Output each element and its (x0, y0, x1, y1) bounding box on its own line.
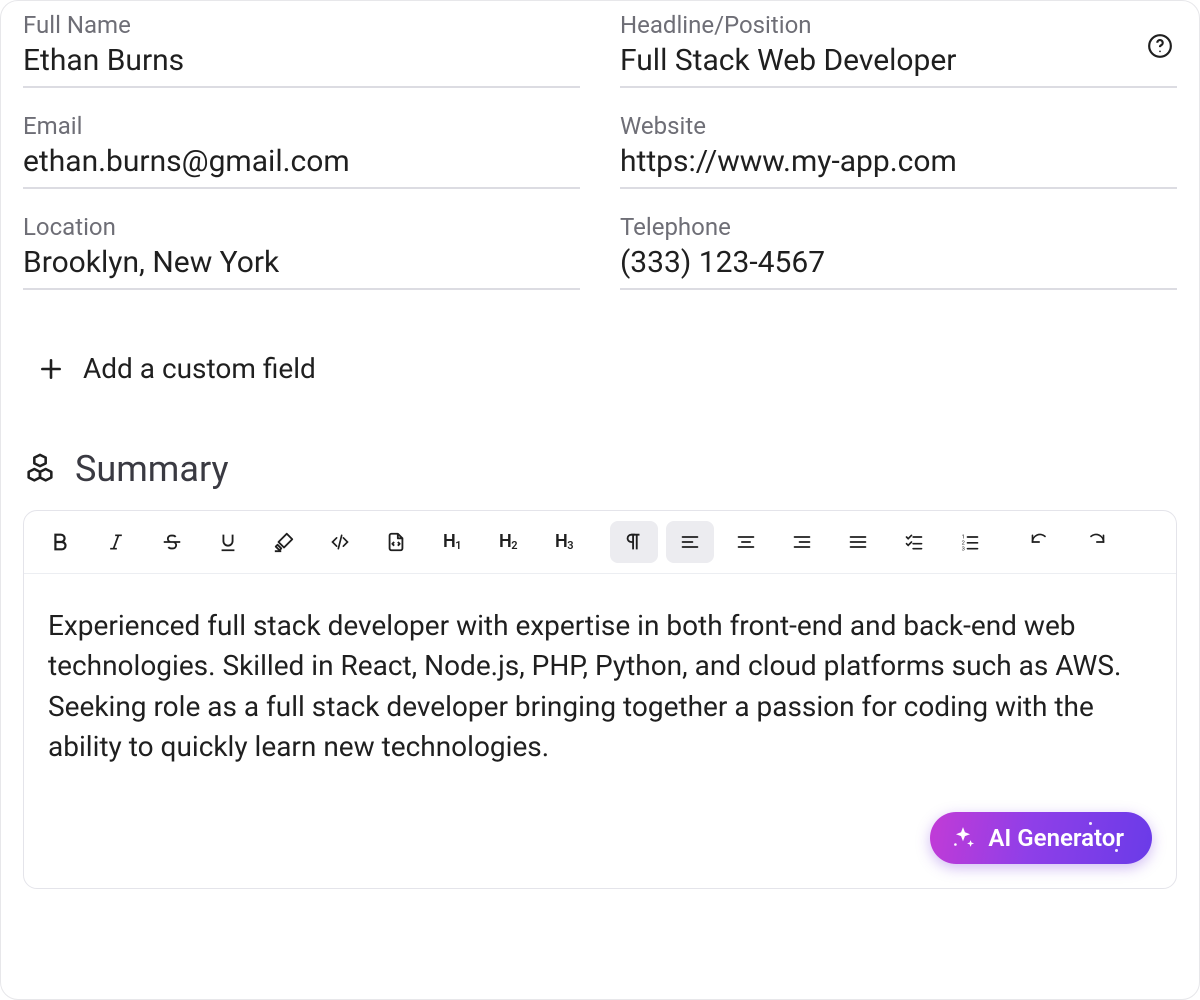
telephone-label: Telephone (620, 213, 1177, 241)
location-label: Location (23, 213, 580, 241)
summary-editor: H1 H2 H3 123 (23, 510, 1177, 889)
sparkle-icon (950, 825, 976, 851)
headline-field: Headline/Position (620, 11, 1177, 88)
telephone-field: Telephone (620, 213, 1177, 290)
email-label: Email (23, 112, 580, 140)
redo-button[interactable] (1072, 521, 1120, 563)
bold-button[interactable] (36, 521, 84, 563)
website-input[interactable] (620, 142, 1177, 189)
svg-text:3: 3 (962, 546, 965, 552)
strikethrough-button[interactable] (148, 521, 196, 563)
editor-toolbar: H1 H2 H3 123 (24, 511, 1176, 574)
align-left-button[interactable] (666, 521, 714, 563)
add-custom-field-label: Add a custom field (83, 352, 316, 385)
resume-form-card: Full Name Headline/Position Email Websit… (1, 1, 1199, 889)
full-name-label: Full Name (23, 11, 580, 39)
ordered-list-button[interactable]: 123 (946, 521, 994, 563)
heading2-button[interactable]: H2 (484, 521, 532, 563)
underline-button[interactable] (204, 521, 252, 563)
email-input[interactable] (23, 142, 580, 189)
help-icon[interactable] (1145, 31, 1175, 61)
website-label: Website (620, 112, 1177, 140)
location-input[interactable] (23, 243, 580, 290)
email-field: Email (23, 112, 580, 189)
align-justify-button[interactable] (834, 521, 882, 563)
personal-fields-grid: Full Name Headline/Position Email Websit… (23, 1, 1177, 290)
headline-label: Headline/Position (620, 11, 1177, 39)
undo-button[interactable] (1016, 521, 1064, 563)
summary-header: Summary (23, 448, 1177, 490)
checklist-button[interactable] (890, 521, 938, 563)
location-field: Location (23, 213, 580, 290)
heading1-button[interactable]: H1 (428, 521, 476, 563)
ai-generator-label: AI Generator (988, 824, 1124, 852)
full-name-input[interactable] (23, 41, 580, 88)
code-block-button[interactable] (372, 521, 420, 563)
telephone-input[interactable] (620, 243, 1177, 290)
ai-generator-button[interactable]: AI Generator (930, 812, 1152, 864)
align-center-button[interactable] (722, 521, 770, 563)
add-custom-field-button[interactable]: Add a custom field (37, 352, 316, 385)
heading3-button[interactable]: H3 (540, 521, 588, 563)
headline-input[interactable] (620, 41, 1177, 88)
italic-button[interactable] (92, 521, 140, 563)
plus-icon (37, 355, 65, 383)
highlight-button[interactable] (260, 521, 308, 563)
align-right-button[interactable] (778, 521, 826, 563)
code-button[interactable] (316, 521, 364, 563)
paragraph-button[interactable] (610, 521, 658, 563)
website-field: Website (620, 112, 1177, 189)
full-name-field: Full Name (23, 11, 580, 88)
summary-title: Summary (75, 448, 229, 490)
summary-icon (23, 452, 57, 486)
